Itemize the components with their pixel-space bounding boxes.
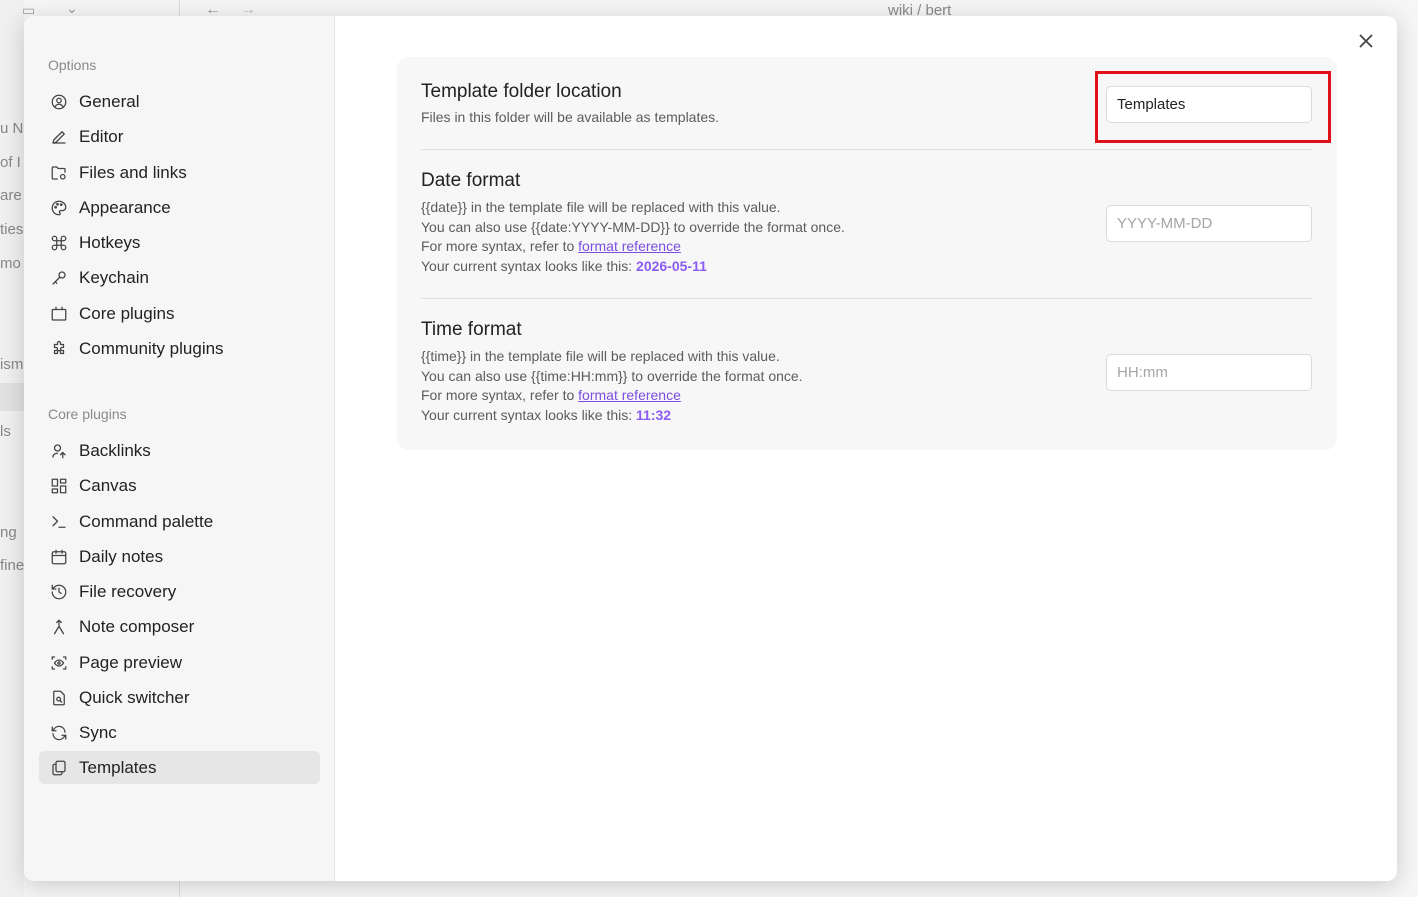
background-text-fragment: ties <box>0 221 24 238</box>
sidebar-item-label: File recovery <box>79 581 177 601</box>
command-icon <box>49 233 69 253</box>
format-reference-link[interactable]: format reference <box>578 238 681 254</box>
sidebar-item-community-plugins[interactable]: Community plugins <box>39 332 320 365</box>
sidebar-item-appearance[interactable]: Appearance <box>39 191 320 224</box>
close-button[interactable] <box>1355 30 1377 52</box>
scan-eye-icon <box>49 653 69 673</box>
sidebar-item-label: Appearance <box>79 197 171 217</box>
sidebar-item-backlinks[interactable]: Backlinks <box>39 434 320 467</box>
sidebar-item-label: Core plugins <box>79 303 175 323</box>
description-text: For more syntax, refer to <box>421 387 579 403</box>
merge-icon <box>49 617 69 637</box>
sidebar-item-label: Backlinks <box>79 440 151 460</box>
setting-name: Time format <box>421 319 522 340</box>
puzzle-icon <box>49 339 69 359</box>
chevron-down-icon[interactable]: ⌄ <box>66 0 78 17</box>
user-circle-icon <box>49 92 69 112</box>
copy-icon <box>49 758 69 778</box>
palette-icon <box>49 198 69 218</box>
setting-divider <box>421 149 1312 150</box>
file-search-icon <box>49 688 69 708</box>
layout-dashboard-icon <box>49 476 69 496</box>
sidebar-item-general[interactable]: General <box>39 85 320 118</box>
sidebar-item-label: Editor <box>79 126 124 146</box>
close-icon <box>1359 34 1373 48</box>
settings-modal: Options General Editor Files and links A… <box>24 16 1397 881</box>
terminal-icon <box>49 512 69 532</box>
history-icon <box>49 582 69 602</box>
description-text: Your current syntax looks like this: <box>421 257 637 274</box>
sidebar-item-label: Page preview <box>79 652 183 672</box>
sidebar-item-label: Canvas <box>79 475 137 495</box>
options-section-header: Options <box>48 57 97 73</box>
background-text-fragment: of I <box>0 154 21 171</box>
sidebar-item-label: Files and links <box>79 162 187 182</box>
background-text-fragment: are <box>0 187 22 204</box>
sidebar-item-keychain[interactable]: Keychain <box>39 261 320 294</box>
sidebar-item-label: Templates <box>79 757 157 777</box>
key-icon <box>49 268 69 288</box>
sidebar-item-canvas[interactable]: Canvas <box>39 469 320 502</box>
sidebar-item-files-and-links[interactable]: Files and links <box>39 156 320 189</box>
pencil-icon <box>49 127 69 147</box>
sidebar-item-hotkeys[interactable]: Hotkeys <box>39 226 320 259</box>
background-text-fragment: ng <box>0 524 17 541</box>
sidebar-item-label: Command palette <box>79 511 214 531</box>
sidebar-item-editor[interactable]: Editor <box>39 120 320 153</box>
setting-name: Date format <box>421 170 521 191</box>
description-line: Your current syntax looks like this: 202… <box>421 257 1312 277</box>
plugin-box-icon <box>49 304 69 324</box>
description-text: For more syntax, refer to <box>421 238 579 254</box>
sidebar-item-command-palette[interactable]: Command palette <box>39 505 320 538</box>
settings-sidebar: Options General Editor Files and links A… <box>24 16 335 881</box>
sidebar-item-note-composer[interactable]: Note composer <box>39 610 320 643</box>
background-text-fragment: ism <box>0 356 24 373</box>
setting-divider <box>421 298 1312 299</box>
sidebar-item-label: Quick switcher <box>79 687 190 707</box>
calendar-icon <box>49 547 69 567</box>
format-reference-link[interactable]: format reference <box>578 387 681 403</box>
folder-cog-icon <box>49 163 69 183</box>
sidebar-item-file-recovery[interactable]: File recovery <box>39 575 320 608</box>
background-text-fragment: u N <box>0 120 24 137</box>
background-selected-row <box>0 383 24 411</box>
sidebar-item-core-plugins[interactable]: Core plugins <box>39 297 320 330</box>
sidebar-item-label: Hotkeys <box>79 232 141 252</box>
sidebar-item-label: Sync <box>79 722 117 742</box>
core-plugins-section-header: Core plugins <box>48 406 127 422</box>
time-sample-value: 11:32 <box>636 406 672 423</box>
sidebar-item-page-preview[interactable]: Page preview <box>39 646 320 679</box>
background-text-fragment: ls <box>0 423 11 440</box>
template-folder-input[interactable] <box>1106 86 1312 123</box>
sidebar-item-sync[interactable]: Sync <box>39 716 320 749</box>
refresh-icon <box>49 723 69 743</box>
background-text-fragment: mo <box>0 255 21 272</box>
date-format-input[interactable] <box>1106 205 1312 242</box>
sidebar-item-quick-switcher[interactable]: Quick switcher <box>39 681 320 714</box>
time-format-input[interactable] <box>1106 354 1312 391</box>
description-line: Your current syntax looks like this: 11:… <box>421 406 1312 426</box>
sidebar-item-label: Keychain <box>79 267 149 287</box>
sidebar-item-label: General <box>79 91 140 111</box>
background-text-fragment: fine <box>0 557 25 574</box>
sidebar-item-templates[interactable]: Templates <box>39 751 320 784</box>
link-user-icon <box>49 441 69 461</box>
date-sample-value: 2026-05-11 <box>636 257 707 274</box>
templates-settings-panel: Template folder location Files in this f… <box>397 57 1337 450</box>
sidebar-item-label: Community plugins <box>79 338 224 358</box>
description-text: Your current syntax looks like this: <box>421 406 637 423</box>
sidebar-item-label: Note composer <box>79 616 195 636</box>
sidebar-item-label: Daily notes <box>79 546 164 566</box>
sidebar-item-daily-notes[interactable]: Daily notes <box>39 540 320 573</box>
